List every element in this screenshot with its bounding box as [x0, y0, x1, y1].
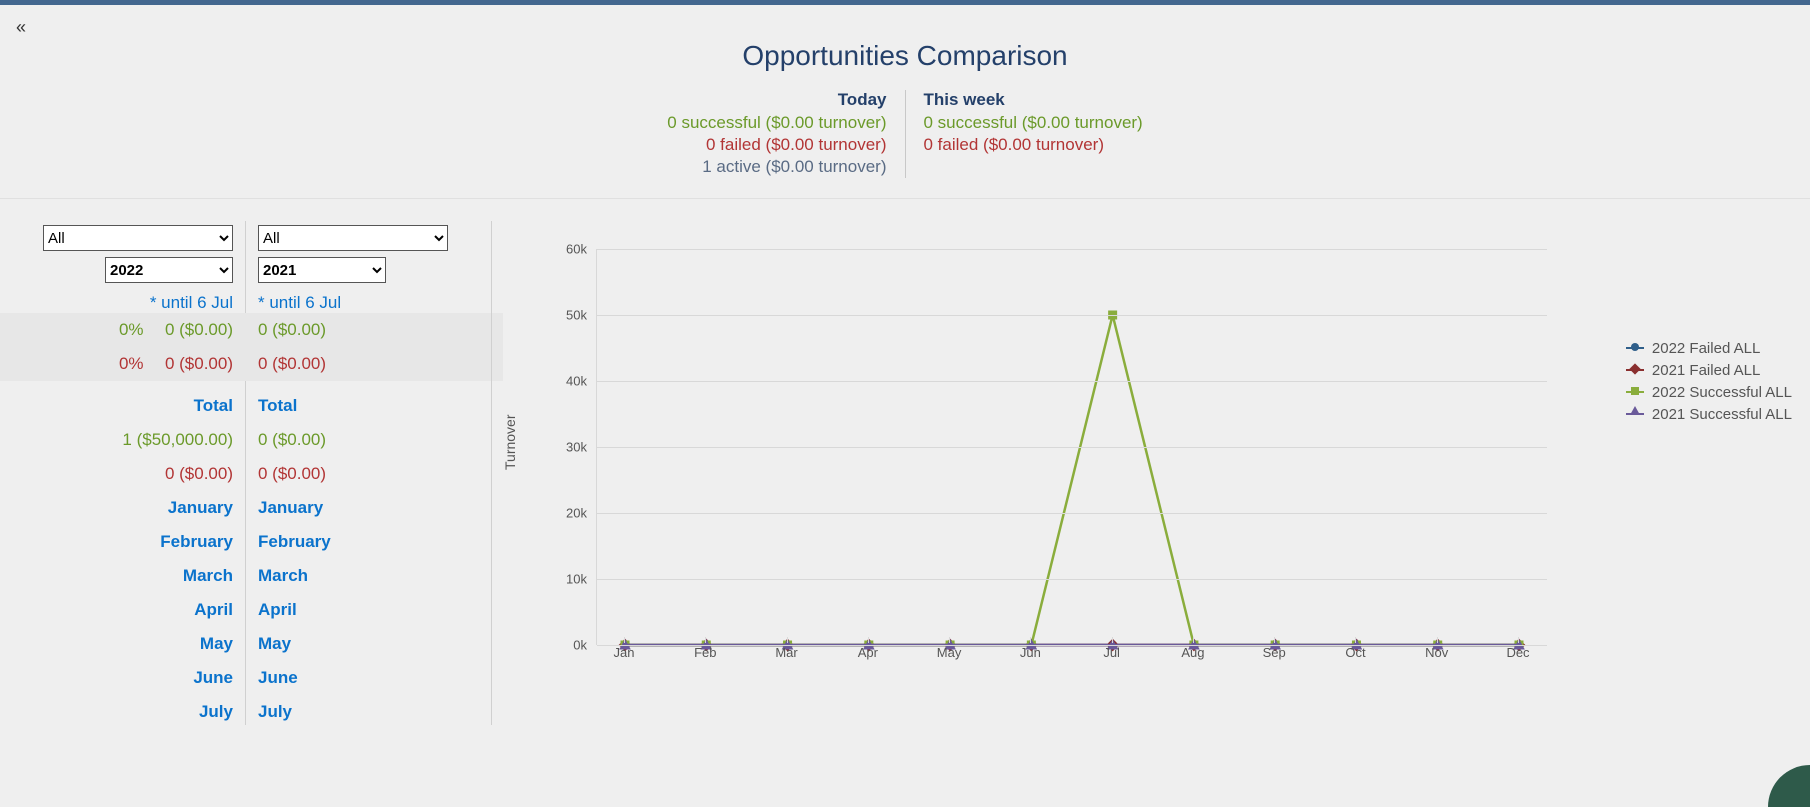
month-link[interactable]: February — [12, 525, 233, 559]
success-row-b: 0 ($0.00) — [258, 313, 479, 347]
legend-item[interactable]: 2022 Failed ALL — [1626, 337, 1792, 359]
chart-y-tick: 50k — [566, 308, 597, 323]
chart-x-tick: Jun — [1000, 645, 1060, 660]
legend-label: 2022 Successful ALL — [1652, 384, 1792, 401]
total-label-a: Total — [12, 389, 233, 423]
month-link[interactable]: April — [258, 593, 479, 627]
chart-y-tick: 10k — [566, 572, 597, 587]
legend-label: 2021 Failed ALL — [1652, 362, 1760, 379]
filter-select-a[interactable]: All — [43, 225, 233, 251]
floating-action-button[interactable] — [1768, 765, 1810, 807]
total-label-b: Total — [258, 389, 479, 423]
chart-x-tick: Dec — [1488, 645, 1548, 660]
month-link[interactable]: July — [258, 695, 479, 729]
total-success-a: 1 ($50,000.00) — [12, 423, 233, 457]
chart-x-tick: Sep — [1244, 645, 1304, 660]
year-select-b[interactable]: 2021 — [258, 257, 386, 283]
month-link[interactable]: March — [12, 559, 233, 593]
until-label-a: * until 6 Jul — [12, 293, 233, 313]
chart-x-tick: Mar — [757, 645, 817, 660]
legend-swatch-icon — [1626, 347, 1644, 349]
chart-y-tick: 40k — [566, 374, 597, 389]
month-link[interactable]: June — [12, 661, 233, 695]
legend-swatch-icon — [1626, 369, 1644, 371]
collapse-double-chevron-icon[interactable]: « — [16, 17, 22, 38]
fail-row-a: 0% 0 ($0.00) — [12, 347, 233, 381]
total-fail-a: 0 ($0.00) — [12, 457, 233, 491]
success-row-a: 0% 0 ($0.00) — [12, 313, 233, 347]
year-select-a[interactable]: 2022 — [105, 257, 233, 283]
comparison-sidebar: All 2022 * until 6 Jul 0% 0 ($0.00) 0% 0… — [0, 217, 492, 729]
legend-item[interactable]: 2021 Failed ALL — [1626, 359, 1792, 381]
kpi-summary: Today 0 successful ($0.00 turnover) 0 fa… — [0, 90, 1810, 178]
total-fail-b: 0 ($0.00) — [258, 457, 479, 491]
chart-x-tick: Apr — [838, 645, 898, 660]
legend-label: 2022 Failed ALL — [1652, 340, 1760, 357]
month-link[interactable]: January — [12, 491, 233, 525]
chart-x-tick: Jul — [1082, 645, 1142, 660]
month-link[interactable]: July — [12, 695, 233, 729]
legend-item[interactable]: 2021 Successful ALL — [1626, 403, 1792, 425]
chart-x-tick: Nov — [1407, 645, 1467, 660]
month-link[interactable]: January — [258, 491, 479, 525]
legend-swatch-icon — [1626, 413, 1644, 415]
chart-x-tick: May — [919, 645, 979, 660]
chart-x-tick: Oct — [1325, 645, 1385, 660]
chart-x-tick: Feb — [675, 645, 735, 660]
kpi-today-failed: 0 failed ($0.00 turnover) — [667, 134, 886, 156]
month-link[interactable]: May — [258, 627, 479, 661]
month-link[interactable]: February — [258, 525, 479, 559]
fail-row-b: 0 ($0.00) — [258, 347, 479, 381]
month-link[interactable]: April — [12, 593, 233, 627]
month-link[interactable]: June — [258, 661, 479, 695]
chart-y-tick: 20k — [566, 506, 597, 521]
turnover-chart: Turnover 0k10k20k30k40k50k60k 2022 Faile… — [522, 237, 1792, 687]
legend-swatch-icon — [1626, 391, 1644, 393]
kpi-week-successful: 0 successful ($0.00 turnover) — [924, 112, 1143, 134]
kpi-today-active: 1 active ($0.00 turnover) — [667, 156, 886, 178]
filter-select-b[interactable]: All — [258, 225, 448, 251]
legend-item[interactable]: 2022 Successful ALL — [1626, 381, 1792, 403]
kpi-week-heading: This week — [924, 90, 1143, 110]
kpi-today-successful: 0 successful ($0.00 turnover) — [667, 112, 886, 134]
chart-y-tick: 30k — [566, 440, 597, 455]
month-link[interactable]: March — [258, 559, 479, 593]
page-title: Opportunities Comparison — [0, 40, 1810, 72]
total-success-b: 0 ($0.00) — [258, 423, 479, 457]
until-label-b: * until 6 Jul — [258, 293, 479, 313]
legend-label: 2021 Successful ALL — [1652, 406, 1792, 423]
chart-y-tick: 60k — [566, 242, 597, 257]
month-link[interactable]: May — [12, 627, 233, 661]
kpi-week-failed: 0 failed ($0.00 turnover) — [924, 134, 1143, 156]
kpi-today-heading: Today — [667, 90, 886, 110]
chart-legend: 2022 Failed ALL 2021 Failed ALL 2022 Succe… — [1626, 337, 1792, 425]
chart-x-tick: Aug — [1163, 645, 1223, 660]
chart-x-tick: Jan — [594, 645, 654, 660]
chart-y-axis-label: Turnover — [502, 414, 518, 470]
